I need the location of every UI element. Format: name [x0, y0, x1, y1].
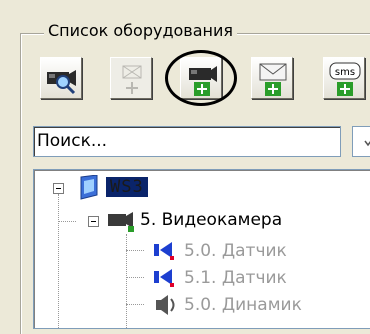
tree-line [126, 304, 144, 306]
tree-node-label: WS3 [106, 177, 148, 197]
sms-add-icon: sms [329, 62, 361, 96]
collapse-toggle[interactable] [88, 216, 99, 227]
sms-label: sms [335, 67, 355, 78]
computer-icon [80, 175, 98, 200]
add-email-button[interactable] [251, 57, 293, 99]
sensor-icon [154, 269, 174, 287]
camera-search-button[interactable] [40, 57, 82, 99]
camera-search-icon [47, 70, 76, 95]
email-add-icon [259, 63, 287, 96]
add-device-button[interactable] [110, 57, 152, 99]
sensor-icon [154, 242, 174, 260]
tree-line [126, 277, 144, 279]
collapse-toggle[interactable] [53, 183, 64, 194]
search-dropdown-button[interactable] [352, 126, 370, 157]
group-title: Список оборудования [44, 20, 238, 42]
device-add-icon [122, 65, 142, 94]
tree-node-camera[interactable]: 5. Видеокамера [140, 209, 282, 231]
search-input[interactable]: Поиск... [33, 126, 341, 157]
speaker-icon [156, 295, 175, 315]
tree-node-sensor-5-0[interactable]: 5.0. Датчик [184, 240, 287, 262]
tree-line [58, 194, 60, 328]
tree-node-ws3[interactable]: WS3 [106, 176, 148, 198]
chevron-down-icon [364, 140, 370, 147]
camera-icon [108, 212, 134, 232]
equipment-tree[interactable]: WS3 5. Видеокамера 5.0. Датчик 5.1. Датч… [33, 169, 370, 329]
tree-line [58, 221, 76, 223]
add-sms-button[interactable]: sms [323, 57, 365, 99]
tree-node-sensor-5-1[interactable]: 5.1. Датчик [184, 267, 287, 289]
tree-node-speaker-5-0[interactable]: 5.0. Динамик [184, 294, 302, 316]
highlight-ring [165, 50, 237, 106]
tree-line [126, 250, 144, 252]
